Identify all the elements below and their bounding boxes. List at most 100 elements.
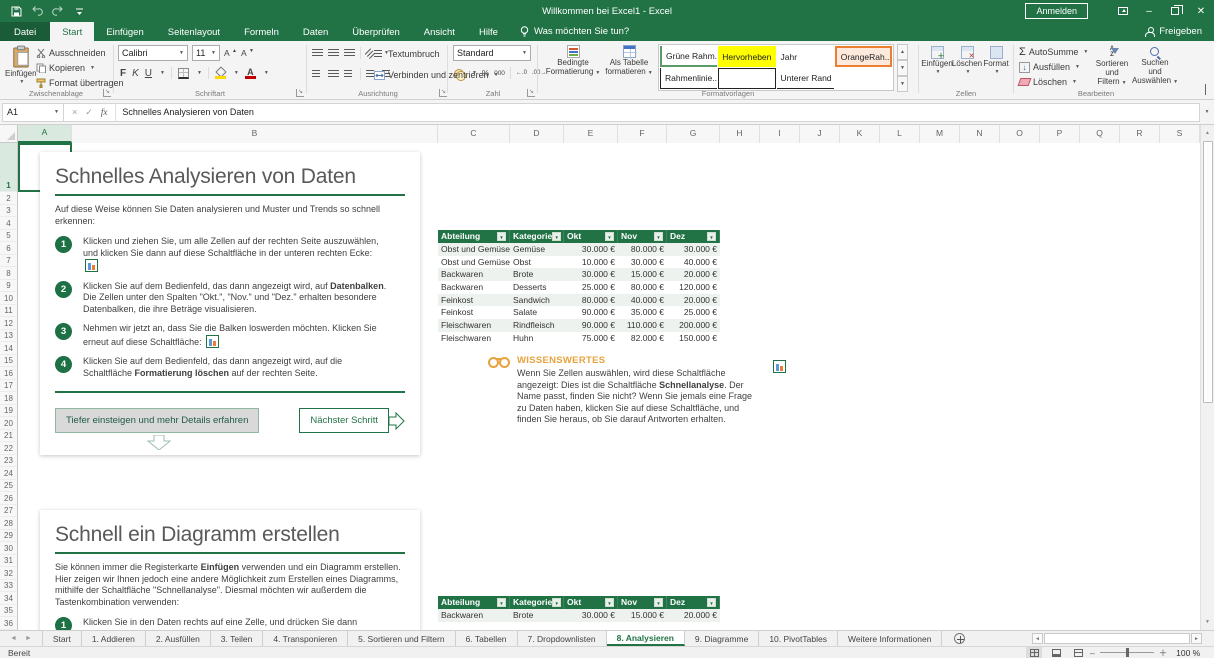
clear-button[interactable]: Löschen ▼ — [1019, 75, 1088, 89]
table-cell[interactable]: 80.000 € — [618, 243, 667, 256]
table-header-kategorie[interactable]: Kategorie▼ — [510, 230, 564, 243]
column-header-r[interactable]: R — [1120, 125, 1160, 143]
align-left-button[interactable] — [312, 70, 323, 78]
ribbon-display-options-button[interactable] — [1110, 0, 1136, 22]
font-color-dropdown-icon[interactable]: ▼ — [264, 70, 269, 76]
insert-function-icon[interactable]: fx — [101, 107, 108, 117]
horizontal-scroll-thumb[interactable] — [1044, 633, 1190, 644]
font-family-combobox[interactable]: Calibri▼ — [118, 45, 188, 61]
table-cell[interactable]: 35.000 € — [618, 306, 667, 319]
copy-button[interactable]: Kopieren ▼ — [36, 61, 124, 75]
zoom-in-icon[interactable]: ＋ — [1159, 647, 1168, 658]
row-header-17[interactable]: 17 — [0, 380, 17, 393]
row-header-15[interactable]: 15 — [0, 355, 17, 368]
ribbon-tab-überprüfen[interactable]: Überprüfen — [340, 22, 412, 41]
table-cell[interactable]: 82.000 € — [618, 332, 667, 345]
table-cell[interactable]: Salate — [510, 306, 564, 319]
table-cell[interactable]: Fleischwaren — [438, 332, 510, 345]
table-cell[interactable]: Brote — [510, 268, 564, 281]
sheet-area[interactable]: Schnelles Analysieren von Daten Auf dies… — [18, 143, 1200, 630]
row-header-33[interactable]: 33 — [0, 580, 17, 593]
column-header-e[interactable]: E — [564, 125, 618, 143]
confirm-entry-icon[interactable]: ✓ — [85, 107, 93, 118]
format-cells-button[interactable]: Format ▼ — [982, 46, 1010, 77]
ribbon-tab-datei[interactable]: Datei — [0, 22, 50, 41]
table-cell[interactable]: 20.000 € — [667, 268, 720, 281]
cell-style-unterer-rand[interactable]: Unterer Rand — [777, 68, 834, 89]
sheet-tab-5-sortieren-und-filtern[interactable]: 5. Sortieren und Filtern — [348, 631, 455, 646]
filter-dropdown-icon[interactable]: ▼ — [552, 598, 561, 607]
row-header-2[interactable]: 2 — [0, 192, 17, 205]
table-cell[interactable]: Gemüse — [510, 243, 564, 256]
align-bottom-button[interactable] — [344, 49, 355, 57]
row-header-31[interactable]: 31 — [0, 555, 17, 568]
page-layout-view-button[interactable] — [1048, 647, 1064, 658]
find-select-button[interactable]: Suchen und Auswählen▼ — [1134, 46, 1176, 87]
filter-dropdown-icon[interactable]: ▼ — [707, 598, 716, 607]
row-header-26[interactable]: 26 — [0, 492, 17, 505]
italic-button[interactable]: K — [132, 68, 139, 79]
table-cell[interactable]: 80.000 € — [618, 281, 667, 294]
row-header-9[interactable]: 9 — [0, 280, 17, 293]
number-dialog-launcher[interactable]: ↘ — [527, 89, 535, 97]
row-header-27[interactable]: 27 — [0, 505, 17, 518]
filter-dropdown-icon[interactable]: ▼ — [605, 598, 614, 607]
table-cell[interactable]: 30.000 € — [564, 268, 618, 281]
borders-dropdown-icon[interactable]: ▼ — [197, 70, 202, 76]
table-cell[interactable]: 110.000 € — [618, 319, 667, 332]
table-cell[interactable]: 40.000 € — [618, 294, 667, 307]
column-header-i[interactable]: I — [760, 125, 800, 143]
table-cell[interactable]: 75.000 € — [564, 332, 618, 345]
ribbon-tab-hilfe[interactable]: Hilfe — [467, 22, 510, 41]
new-sheet-button[interactable] — [942, 631, 977, 646]
row-header-16[interactable]: 16 — [0, 367, 17, 380]
gallery-scroll-up-icon[interactable]: ▲ — [897, 44, 908, 60]
table-cell[interactable]: 30.000 € — [564, 243, 618, 256]
column-header-j[interactable]: J — [800, 125, 840, 143]
ribbon-tab-start[interactable]: Start — [50, 22, 94, 41]
table-cell[interactable]: 10.000 € — [564, 256, 618, 269]
table-header-kategorie[interactable]: Kategorie▼ — [510, 596, 564, 609]
vertical-scrollbar[interactable]: ▲ ▼ — [1200, 125, 1214, 630]
table-cell[interactable]: 20.000 € — [667, 609, 720, 622]
delete-cells-button[interactable]: ✕ Löschen ▼ — [953, 46, 981, 77]
scroll-up-icon[interactable]: ▲ — [1201, 125, 1214, 141]
row-header-36[interactable]: 36 — [0, 617, 17, 630]
sort-filter-button[interactable]: AZ Sortieren und Filtern▼ — [1090, 46, 1134, 88]
undo-icon[interactable] — [30, 4, 44, 18]
column-header-l[interactable]: L — [880, 125, 920, 143]
share-button[interactable]: Freigeben — [1145, 22, 1214, 41]
underline-button[interactable]: U — [145, 68, 152, 79]
table-cell[interactable]: 40.000 € — [667, 256, 720, 269]
filter-dropdown-icon[interactable]: ▼ — [654, 232, 663, 241]
row-header-14[interactable]: 14 — [0, 342, 17, 355]
table-cell[interactable]: 150.000 € — [667, 332, 720, 345]
row-header-4[interactable]: 4 — [0, 217, 17, 230]
filter-dropdown-icon[interactable]: ▼ — [654, 598, 663, 607]
filter-dropdown-icon[interactable]: ▼ — [552, 232, 561, 241]
row-header-24[interactable]: 24 — [0, 467, 17, 480]
row-header-18[interactable]: 18 — [0, 392, 17, 405]
table-cell[interactable]: Sandwich — [510, 294, 564, 307]
table-cell[interactable]: 30.000 € — [564, 609, 618, 622]
page-break-view-button[interactable] — [1070, 647, 1086, 658]
row-header-7[interactable]: 7 — [0, 255, 17, 268]
cell-style-hervorheben[interactable]: Hervorheben — [718, 46, 775, 67]
column-header-f[interactable]: F — [618, 125, 667, 143]
underline-dropdown-icon[interactable]: ▼ — [160, 70, 165, 76]
format-painter-button[interactable]: Format übertragen — [36, 76, 124, 90]
column-header-h[interactable]: H — [720, 125, 760, 143]
table-cell[interactable]: Obst und Gemüse — [438, 256, 510, 269]
row-header-12[interactable]: 12 — [0, 317, 17, 330]
align-middle-button[interactable] — [328, 49, 339, 57]
row-header-3[interactable]: 3 — [0, 205, 17, 218]
sheet-tab-10-pivottables[interactable]: 10. PivotTables — [759, 631, 838, 646]
column-header-q[interactable]: Q — [1080, 125, 1120, 143]
sheet-tab-6-tabellen[interactable]: 6. Tabellen — [456, 631, 518, 646]
row-header-19[interactable]: 19 — [0, 405, 17, 418]
table-cell[interactable]: Feinkost — [438, 294, 510, 307]
restore-button[interactable] — [1162, 0, 1188, 22]
bold-button[interactable]: F — [120, 68, 126, 79]
row-header-23[interactable]: 23 — [0, 455, 17, 468]
table-header-okt[interactable]: Okt▼ — [564, 230, 618, 243]
